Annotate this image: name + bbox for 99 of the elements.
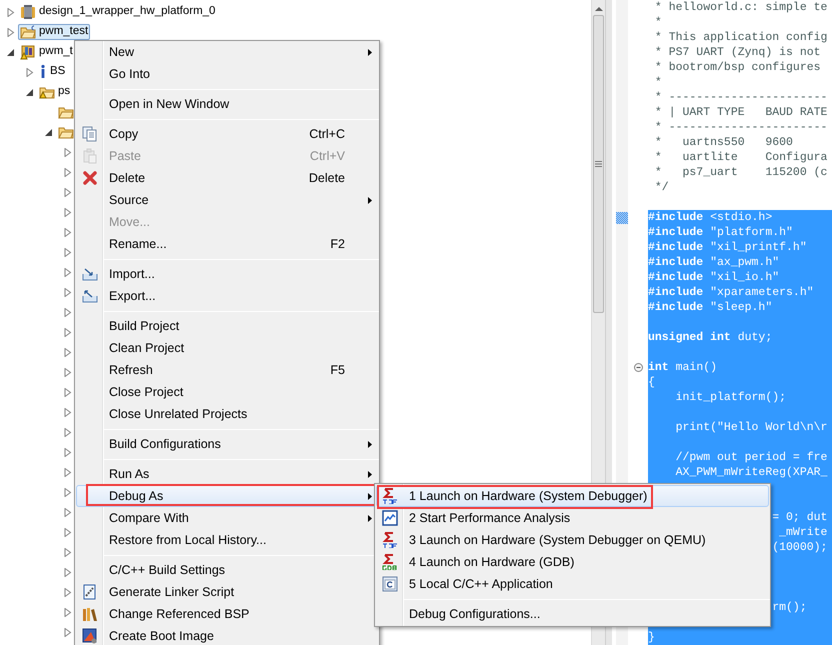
import-icon [82, 266, 98, 282]
collapse-icon[interactable] [24, 88, 34, 96]
code-line: * [654, 75, 663, 90]
expand-icon[interactable] [62, 268, 72, 276]
shortcut-label: F5 [330, 362, 345, 379]
code-line: * This application config [654, 30, 828, 45]
collapse-icon[interactable] [44, 128, 52, 136]
code-line: * ----------------------- [654, 90, 828, 105]
expand-icon[interactable] [62, 368, 72, 376]
expand-icon[interactable] [62, 308, 72, 316]
code-line: * PS7 UART (Zynq) is not [654, 45, 822, 60]
shortcut-label: Delete [308, 170, 345, 187]
expand-icon[interactable] [62, 628, 72, 636]
menu-item[interactable]: Refresh F5 [76, 359, 378, 381]
expand-icon[interactable] [62, 528, 72, 536]
expand-icon[interactable] [62, 228, 72, 236]
code-line: * uartns550 9600 [654, 135, 794, 150]
expand-icon[interactable] [62, 168, 72, 176]
menu-item[interactable]: Source [76, 189, 378, 211]
expand-icon[interactable] [62, 328, 72, 336]
expand-icon[interactable] [62, 288, 72, 296]
tcf-icon [382, 488, 398, 504]
menu-item[interactable]: 1 Launch on Hardware (System Debugger) [376, 485, 769, 507]
expand-icon[interactable] [62, 448, 72, 456]
cross-icon [82, 170, 98, 186]
scroll-up-icon[interactable] [594, 6, 602, 11]
expand-icon[interactable] [62, 148, 72, 156]
books-icon [82, 606, 98, 622]
menu-item[interactable]: Close Project [76, 381, 378, 403]
code-line: * ----------------------- [654, 120, 828, 135]
collapse-icon[interactable] [6, 48, 14, 56]
expand-icon[interactable] [62, 408, 72, 416]
gdb-icon [382, 554, 398, 570]
image-icon [82, 628, 98, 644]
menu-item[interactable]: Run As [76, 463, 378, 485]
expand-icon[interactable] [24, 68, 34, 76]
collapse-icon[interactable] [634, 363, 642, 372]
paste-icon [82, 148, 98, 164]
menu-item[interactable]: Open in New Window [76, 93, 378, 115]
menu-item[interactable]: Build Project [76, 315, 378, 337]
tree-item[interactable]: ps [37, 84, 72, 100]
info-icon [39, 64, 47, 80]
copy-icon [82, 126, 98, 142]
expand-icon[interactable] [6, 8, 14, 16]
tree-item[interactable]: design_1_wrapper_hw_platform_0 [18, 4, 218, 20]
shortcut-label: F2 [330, 236, 345, 253]
expand-icon[interactable] [62, 468, 72, 476]
code-line: * | UART TYPE BAUD RATE [654, 105, 828, 120]
chip-icon [20, 4, 36, 20]
code-line: * ps7_uart 115200 (c [654, 165, 828, 180]
menu-item[interactable]: Change Referenced BSP [76, 603, 378, 625]
code-line: * helloworld.c: simple te [654, 0, 828, 15]
menu-item[interactable]: Compare With [76, 507, 378, 529]
menu-item[interactable]: Generate Linker Script [76, 581, 378, 603]
menu-item[interactable]: Copy Ctrl+C [76, 123, 378, 145]
script-icon [82, 584, 98, 600]
code-line: * uartlite Configura [654, 150, 828, 165]
expand-icon[interactable] [62, 508, 72, 516]
expand-icon[interactable] [6, 28, 14, 36]
folder-icon [20, 24, 36, 40]
expand-icon[interactable] [62, 348, 72, 356]
expand-icon[interactable] [62, 428, 72, 436]
menu-item[interactable]: Restore from Local History... [76, 529, 378, 551]
expand-icon[interactable] [62, 388, 72, 396]
expand-icon[interactable] [62, 188, 72, 196]
tree-item[interactable]: BS [37, 64, 68, 80]
scrollbar-thumb[interactable] [593, 15, 604, 313]
tree-item[interactable]: pwm_t [18, 44, 75, 60]
menu-item[interactable]: 5 Local C/C++ Application [376, 573, 769, 595]
warning-folder-icon [20, 44, 36, 60]
tree-item[interactable]: pwm_test [18, 24, 90, 40]
menu-item[interactable]: Export... [76, 285, 378, 307]
menu-item[interactable]: C/C++ Build Settings [76, 559, 378, 581]
code-line: * bootrom/bsp configures [654, 60, 822, 75]
grip-icon [595, 161, 602, 167]
menu-item[interactable]: Clean Project [76, 337, 378, 359]
expand-icon[interactable] [62, 608, 72, 616]
code-line: */ [654, 180, 670, 195]
menu-item[interactable]: Delete Delete [76, 167, 378, 189]
expand-icon[interactable] [62, 588, 72, 596]
menu-item[interactable]: Rename... F2 [76, 233, 378, 255]
export-icon [82, 288, 98, 304]
code-line: * [654, 15, 663, 30]
expand-icon[interactable] [62, 248, 72, 256]
expand-icon[interactable] [62, 208, 72, 216]
menu-item[interactable]: Build Configurations [76, 433, 378, 455]
expand-icon[interactable] [62, 488, 72, 496]
expand-icon[interactable] [62, 548, 72, 556]
chart-icon [382, 510, 398, 526]
shortcut-label: Ctrl+V [310, 148, 345, 165]
menu-item[interactable]: New [76, 41, 378, 63]
menu-item[interactable]: Create Boot Image [76, 625, 378, 645]
menu-item[interactable]: Close Unrelated Projects [76, 403, 378, 425]
c-file-icon [382, 576, 398, 592]
menu-item[interactable]: Go Into [76, 63, 378, 85]
tcf-icon [382, 532, 398, 548]
expand-icon[interactable] [62, 568, 72, 576]
shortcut-label: Ctrl+C [309, 126, 345, 143]
menu-item[interactable]: Import... [76, 263, 378, 285]
